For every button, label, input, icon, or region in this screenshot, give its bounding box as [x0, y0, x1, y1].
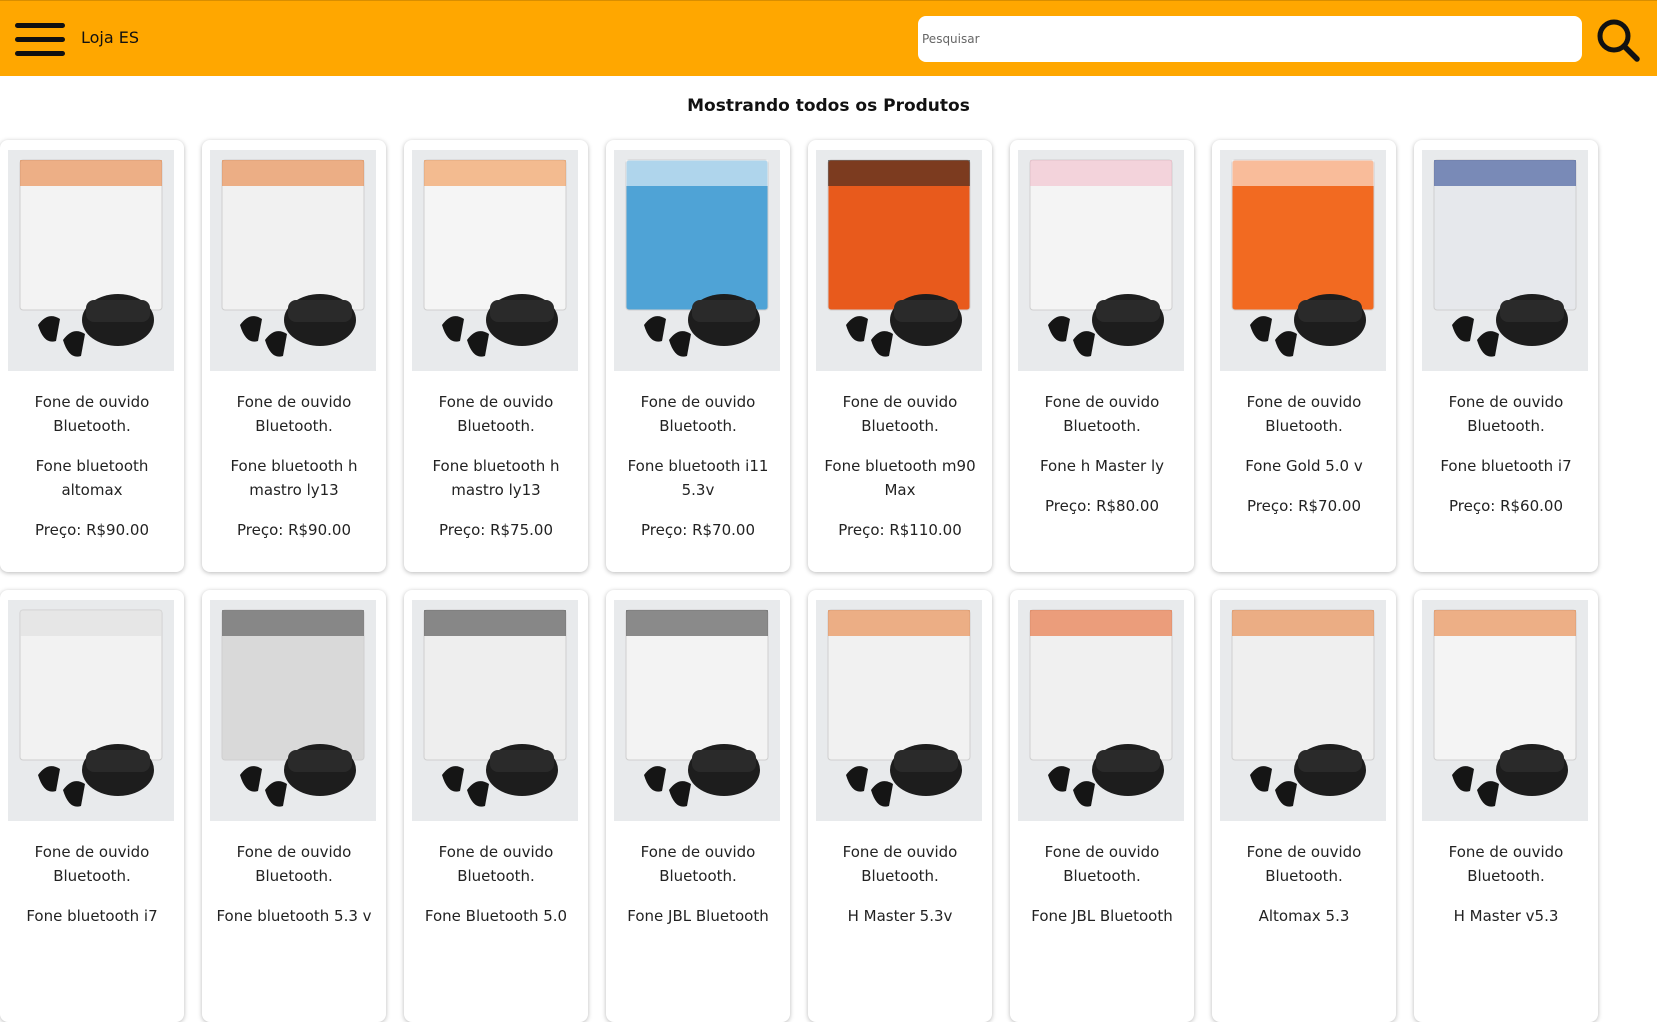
- product-price: Preço: R$110.00: [838, 521, 962, 539]
- product-price: Preço: R$70.00: [1246, 497, 1361, 515]
- product-name[interactable]: Fone bluetooth altomax: [6, 454, 178, 502]
- product-image[interactable]: [816, 150, 982, 371]
- product-info: Fone de ouvido Bluetooth. Fone bluetooth …: [208, 840, 380, 944]
- search-icon[interactable]: [1595, 17, 1641, 63]
- product-info: Fone de ouvido Bluetooth. Fone h Master l…: [1016, 390, 1188, 518]
- product-name[interactable]: Fone JBL Bluetooth: [612, 904, 784, 928]
- product-card[interactable]: Fone de ouvido Bluetooth. H Master v5.3: [1414, 590, 1598, 1022]
- product-price: Preço: R$90.00: [34, 521, 149, 539]
- product-description: Fone de ouvido Bluetooth.: [1044, 393, 1160, 435]
- product-info: Fone de ouvido Bluetooth. Fone bluetooth …: [410, 390, 582, 542]
- product-description: Fone de ouvido Bluetooth.: [1044, 843, 1160, 885]
- product-card[interactable]: Fone de ouvido Bluetooth. Fone Gold 5.0 v…: [1212, 140, 1396, 572]
- product-info: Fone de ouvido Bluetooth. Fone JBL Blueto…: [1016, 840, 1188, 944]
- product-card[interactable]: Fone de ouvido Bluetooth. Fone bluetooth …: [202, 140, 386, 572]
- product-card[interactable]: Fone de ouvido Bluetooth. Fone JBL Blueto…: [606, 590, 790, 1022]
- product-name[interactable]: Fone bluetooth i11 5.3v: [612, 454, 784, 502]
- product-description: Fone de ouvido Bluetooth.: [1448, 843, 1564, 885]
- product-info: Fone de ouvido Bluetooth. Fone Gold 5.0 v…: [1218, 390, 1390, 518]
- product-image[interactable]: [1018, 600, 1184, 821]
- product-image[interactable]: [614, 150, 780, 371]
- product-image[interactable]: [1422, 150, 1588, 371]
- product-image[interactable]: [210, 600, 376, 821]
- product-image[interactable]: [8, 150, 174, 371]
- product-card[interactable]: Fone de ouvido Bluetooth. Fone bluetooth …: [808, 140, 992, 572]
- product-card[interactable]: Fone de ouvido Bluetooth. H Master 5.3v: [808, 590, 992, 1022]
- product-image[interactable]: [412, 150, 578, 371]
- product-image[interactable]: [412, 600, 578, 821]
- product-info: Fone de ouvido Bluetooth. H Master 5.3v: [814, 840, 986, 944]
- search-input[interactable]: [918, 16, 1582, 62]
- product-description: Fone de ouvido Bluetooth.: [438, 843, 554, 885]
- product-info: Fone de ouvido Bluetooth. Altomax 5.3: [1218, 840, 1390, 944]
- product-description: Fone de ouvido Bluetooth.: [640, 393, 756, 435]
- product-image[interactable]: [816, 600, 982, 821]
- page-title: Mostrando todos os Produtos: [687, 96, 970, 116]
- product-description: Fone de ouvido Bluetooth.: [438, 393, 554, 435]
- product-card[interactable]: Fone de ouvido Bluetooth. Altomax 5.3: [1212, 590, 1396, 1022]
- product-description: Fone de ouvido Bluetooth.: [1246, 843, 1362, 885]
- product-name[interactable]: H Master 5.3v: [814, 904, 986, 928]
- top-bar: Loja ES: [0, 0, 1657, 76]
- product-price: Preço: R$70.00: [640, 521, 755, 539]
- product-image[interactable]: [1018, 150, 1184, 371]
- product-info: Fone de ouvido Bluetooth. H Master v5.3: [1420, 840, 1592, 944]
- product-card[interactable]: Fone de ouvido Bluetooth. Fone bluetooth …: [202, 590, 386, 1022]
- product-description: Fone de ouvido Bluetooth.: [236, 843, 352, 885]
- product-price: Preço: R$90.00: [236, 521, 351, 539]
- store-name[interactable]: Loja ES: [81, 28, 139, 47]
- hamburger-menu-icon[interactable]: [15, 23, 65, 57]
- product-image[interactable]: [614, 600, 780, 821]
- product-description: Fone de ouvido Bluetooth.: [842, 393, 958, 435]
- product-name[interactable]: Fone Bluetooth 5.0: [410, 904, 582, 928]
- product-description: Fone de ouvido Bluetooth.: [34, 393, 150, 435]
- product-card[interactable]: Fone de ouvido Bluetooth. Fone bluetooth …: [1414, 140, 1598, 572]
- product-description: Fone de ouvido Bluetooth.: [1246, 393, 1362, 435]
- product-card[interactable]: Fone de ouvido Bluetooth. Fone Bluetooth …: [404, 590, 588, 1022]
- product-name[interactable]: Altomax 5.3: [1218, 904, 1390, 928]
- product-card[interactable]: Fone de ouvido Bluetooth. Fone bluetooth …: [404, 140, 588, 572]
- product-name[interactable]: Fone bluetooth i7: [6, 904, 178, 928]
- product-description: Fone de ouvido Bluetooth.: [34, 843, 150, 885]
- product-description: Fone de ouvido Bluetooth.: [1448, 393, 1564, 435]
- product-image[interactable]: [8, 600, 174, 821]
- product-image[interactable]: [1220, 600, 1386, 821]
- product-name[interactable]: Fone bluetooth 5.3 v: [208, 904, 380, 928]
- product-description: Fone de ouvido Bluetooth.: [236, 393, 352, 435]
- product-price: Preço: R$60.00: [1448, 497, 1563, 515]
- product-name[interactable]: Fone JBL Bluetooth: [1016, 904, 1188, 928]
- product-card[interactable]: Fone de ouvido Bluetooth. Fone JBL Blueto…: [1010, 590, 1194, 1022]
- product-name[interactable]: Fone bluetooth h mastro ly13: [410, 454, 582, 502]
- product-name[interactable]: H Master v5.3: [1420, 904, 1592, 928]
- product-description: Fone de ouvido Bluetooth.: [640, 843, 756, 885]
- product-card[interactable]: Fone de ouvido Bluetooth. Fone bluetooth …: [0, 140, 184, 572]
- product-image[interactable]: [210, 150, 376, 371]
- product-image[interactable]: [1220, 150, 1386, 371]
- product-info: Fone de ouvido Bluetooth. Fone bluetooth …: [814, 390, 986, 542]
- product-name[interactable]: Fone Gold 5.0 v: [1218, 454, 1390, 478]
- product-info: Fone de ouvido Bluetooth. Fone bluetooth …: [208, 390, 380, 542]
- product-name[interactable]: Fone bluetooth i7: [1420, 454, 1592, 478]
- product-name[interactable]: Fone bluetooth h mastro ly13: [208, 454, 380, 502]
- product-info: Fone de ouvido Bluetooth. Fone bluetooth …: [6, 840, 178, 944]
- product-price: Preço: R$80.00: [1044, 497, 1159, 515]
- product-info: Fone de ouvido Bluetooth. Fone bluetooth …: [6, 390, 178, 542]
- product-info: Fone de ouvido Bluetooth. Fone JBL Blueto…: [612, 840, 784, 944]
- product-name[interactable]: Fone bluetooth m90 Max: [814, 454, 986, 502]
- product-info: Fone de ouvido Bluetooth. Fone bluetooth …: [1420, 390, 1592, 518]
- product-price: Preço: R$75.00: [438, 521, 553, 539]
- product-card[interactable]: Fone de ouvido Bluetooth. Fone bluetooth …: [606, 140, 790, 572]
- product-description: Fone de ouvido Bluetooth.: [842, 843, 958, 885]
- product-image[interactable]: [1422, 600, 1588, 821]
- product-card[interactable]: Fone de ouvido Bluetooth. Fone h Master l…: [1010, 140, 1194, 572]
- product-info: Fone de ouvido Bluetooth. Fone Bluetooth …: [410, 840, 582, 944]
- product-name[interactable]: Fone h Master ly: [1016, 454, 1188, 478]
- product-info: Fone de ouvido Bluetooth. Fone bluetooth …: [612, 390, 784, 542]
- product-card[interactable]: Fone de ouvido Bluetooth. Fone bluetooth …: [0, 590, 184, 1022]
